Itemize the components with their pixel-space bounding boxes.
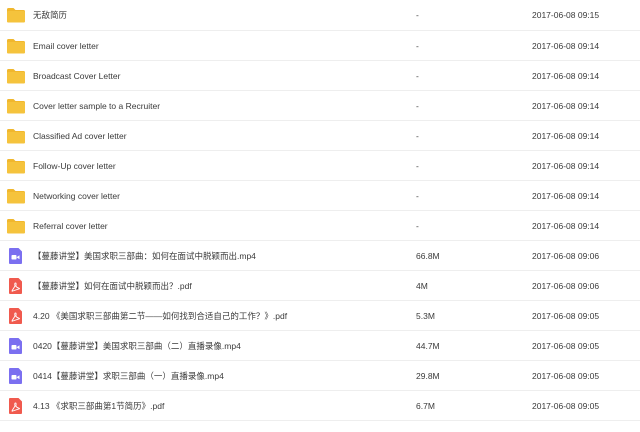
- folder-icon: [6, 67, 26, 85]
- file-row[interactable]: 【蔓藤讲堂】如何在面试中脱颖而出？.pdf 4M 2017-06-08 09:06: [0, 271, 640, 301]
- file-name[interactable]: Cover letter sample to a Recruiter: [33, 101, 160, 111]
- file-date: 2017-06-08 09:14: [532, 70, 600, 81]
- file-list: 无敌简历 - 2017-06-08 09:15 Email cover letter -…: [0, 0, 640, 432]
- file-size: -: [416, 100, 419, 111]
- file-date: 2017-06-08 09:05: [532, 370, 600, 381]
- file-date: 2017-06-08 09:14: [532, 100, 600, 111]
- file-name[interactable]: 0414【蔓藤讲堂】求职三部曲（一）直播录像.mp4: [33, 370, 224, 382]
- file-date: 2017-06-08 09:14: [532, 160, 600, 171]
- file-name[interactable]: 无敌简历: [33, 9, 67, 21]
- file-name[interactable]: Broadcast Cover Letter: [33, 71, 120, 81]
- file-date: 2017-06-08 09:05: [532, 340, 600, 351]
- file-row[interactable]: 4.13 《求职三部曲第1节简历》.pdf 6.7M 2017-06-08 09:0…: [0, 391, 640, 421]
- folder-icon: [6, 157, 26, 175]
- file-name[interactable]: Networking cover letter: [33, 191, 120, 201]
- file-size: -: [416, 10, 419, 20]
- file-name[interactable]: Follow-Up cover letter: [33, 161, 116, 171]
- file-row[interactable]: 4.20 《美国求职三部曲第二节——如何找到合适自己的工作？》.pdf 5.3M 2…: [0, 301, 640, 331]
- file-row[interactable]: 0420【蔓藤讲堂】美国求职三部曲（二）直播录像.mp4 44.7M 2017-06…: [0, 331, 640, 361]
- file-row[interactable]: Referral cover letter - 2017-06-08 09:14: [0, 211, 640, 241]
- file-size: -: [416, 130, 419, 141]
- file-name[interactable]: Email cover letter: [33, 41, 99, 51]
- file-size: 5.3M: [416, 310, 435, 321]
- file-date: 2017-06-08 09:06: [532, 280, 600, 291]
- folder-icon: [6, 187, 26, 205]
- file-date: 2017-06-08 09:05: [532, 310, 600, 321]
- file-size: 44.7M: [416, 340, 440, 351]
- file-size: -: [416, 160, 419, 171]
- video-file-icon: [6, 247, 26, 265]
- file-date: 2017-06-08 09:14: [532, 220, 600, 231]
- folder-icon: [6, 97, 26, 115]
- file-size: -: [416, 220, 419, 231]
- file-size: -: [416, 40, 419, 51]
- file-name[interactable]: 4.13 《求职三部曲第1节简历》.pdf: [33, 400, 164, 412]
- file-row[interactable]: Email cover letter - 2017-06-08 09:14: [0, 31, 640, 61]
- file-size: -: [416, 70, 419, 81]
- file-date: 2017-06-08 09:14: [532, 130, 600, 141]
- folder-icon: [6, 127, 26, 145]
- file-row[interactable]: 无敌简历 - 2017-06-08 09:15: [0, 0, 640, 31]
- file-name[interactable]: 0420【蔓藤讲堂】美国求职三部曲（二）直播录像.mp4: [33, 340, 241, 352]
- file-row[interactable]: Broadcast Cover Letter - 2017-06-08 09:14: [0, 61, 640, 91]
- file-date: 2017-06-08 09:06: [532, 250, 600, 261]
- file-size: 29.8M: [416, 370, 440, 381]
- file-size: -: [416, 190, 419, 201]
- file-date: 2017-06-08 09:05: [532, 400, 600, 411]
- pdf-file-icon: [6, 307, 26, 325]
- file-date: 2017-06-08 09:15: [532, 10, 600, 20]
- file-row[interactable]: Cover letter sample to a Recruiter - 2017-…: [0, 91, 640, 121]
- pdf-file-icon: [6, 397, 26, 415]
- file-row[interactable]: 0414【蔓藤讲堂】求职三部曲（一）直播录像.mp4 29.8M 2017-06-0…: [0, 361, 640, 391]
- file-size: 66.8M: [416, 250, 440, 261]
- video-file-icon: [6, 367, 26, 385]
- file-name[interactable]: 【蔓藤讲堂】美国求职三部曲：如何在面试中脱颖而出.mp4: [33, 250, 256, 262]
- file-row[interactable]: 【蔓藤讲堂】美国求职三部曲：如何在面试中脱颖而出.mp4 66.8M 2017-06…: [0, 241, 640, 271]
- file-name[interactable]: 4.20 《美国求职三部曲第二节——如何找到合适自己的工作？》.pdf: [33, 310, 287, 322]
- folder-icon: [6, 37, 26, 55]
- file-row[interactable]: Follow-Up cover letter - 2017-06-08 09:14: [0, 151, 640, 181]
- file-date: 2017-06-08 09:14: [532, 40, 600, 51]
- file-name[interactable]: 【蔓藤讲堂】如何在面试中脱颖而出？.pdf: [33, 280, 192, 292]
- file-row[interactable]: Classified Ad cover letter - 2017-06-08 09…: [0, 121, 640, 151]
- video-file-icon: [6, 337, 26, 355]
- file-size: 6.7M: [416, 400, 435, 411]
- file-name[interactable]: Classified Ad cover letter: [33, 131, 127, 141]
- pdf-file-icon: [6, 277, 26, 295]
- file-size: 4M: [416, 280, 428, 291]
- folder-icon: [6, 217, 26, 235]
- file-name[interactable]: Referral cover letter: [33, 221, 108, 231]
- file-row[interactable]: Networking cover letter - 2017-06-08 09:14: [0, 181, 640, 211]
- file-date: 2017-06-08 09:14: [532, 190, 600, 201]
- folder-icon: [6, 6, 26, 24]
